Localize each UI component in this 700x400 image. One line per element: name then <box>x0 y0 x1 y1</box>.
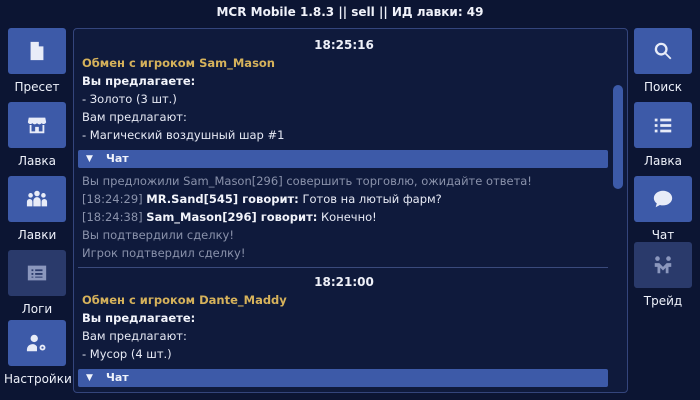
chat-message: [18:24:29] MR.Sand[545] говорит: Готов н… <box>82 192 442 206</box>
trade-divider <box>78 267 608 268</box>
shop-list-label: Лавка <box>643 154 683 168</box>
system-message: Вы подтвердили сделку! <box>82 228 234 242</box>
message-text: Конечно! <box>321 210 377 224</box>
user-gear-icon <box>26 334 46 352</box>
trade-log-panel[interactable]: 18:25:16 Обмен с игроком Sam_Mason Вы пр… <box>73 28 628 393</box>
they-offer-label: Вам предлагают: <box>82 329 187 343</box>
message-timestamp: [18:24:29] <box>82 192 143 206</box>
trade-header: Обмен с игроком Dante_Maddy <box>82 293 287 307</box>
trade-header: Обмен с игроком Sam_Mason <box>82 56 275 70</box>
chat-label: Чат <box>651 228 675 242</box>
message-speaker: MR.Sand[545] говорит: <box>146 192 299 206</box>
trade-button[interactable] <box>634 242 692 288</box>
scrollbar-thumb[interactable] <box>613 85 623 189</box>
chat-toggle[interactable]: ▼ Чат <box>78 369 608 387</box>
shop-list-button[interactable] <box>634 102 692 148</box>
list-card-icon <box>27 265 47 281</box>
they-offer-label: Вам предлагают: <box>82 110 187 124</box>
settings-label: Настройки <box>4 372 72 386</box>
chat-bubble-icon <box>653 190 673 208</box>
chat-toggle[interactable]: ▼ Чат <box>78 150 608 168</box>
preset-button[interactable] <box>8 28 66 74</box>
trade-time: 18:25:16 <box>314 38 374 52</box>
chevron-down-icon: ▼ <box>86 154 93 164</box>
you-offer-label: Вы предлагаете: <box>82 311 196 325</box>
chat-message: [18:24:38] Sam_Mason[296] говорит: Конеч… <box>82 210 377 224</box>
handshake-icon <box>654 256 672 274</box>
chat-toggle-label: Чат <box>106 152 129 165</box>
message-timestamp: [18:24:38] <box>82 210 143 224</box>
message-text: Готов на лютый фарм? <box>302 192 442 206</box>
window-title: MCR Mobile 1.8.3 || sell || ИД лавки: 49 <box>216 5 484 19</box>
shop-label: Лавка <box>17 154 57 168</box>
logs-button[interactable] <box>8 250 66 296</box>
shops-label: Лавки <box>17 228 57 242</box>
you-offer-item: - Золото (3 шт.) <box>82 92 177 106</box>
shops-button[interactable] <box>8 176 66 222</box>
trade-time: 18:21:00 <box>314 275 374 289</box>
system-message: Вы предложили Sam_Mason[296] совершить т… <box>82 174 532 188</box>
chevron-down-icon: ▼ <box>86 373 93 383</box>
shop-button[interactable] <box>8 102 66 148</box>
search-label: Поиск <box>643 80 682 94</box>
logs-label: Логи <box>21 302 53 316</box>
trade-label: Трейд <box>643 294 683 308</box>
settings-button[interactable] <box>8 320 66 366</box>
search-button[interactable] <box>634 28 692 74</box>
shop-icon <box>27 117 47 134</box>
they-offer-item: - Мусор (4 шт.) <box>82 347 172 361</box>
chat-button[interactable] <box>634 176 692 222</box>
preset-label: Пресет <box>14 80 60 94</box>
group-icon <box>26 190 48 207</box>
search-icon <box>654 42 672 60</box>
list-icon <box>654 118 672 133</box>
chat-toggle-label: Чат <box>106 371 129 384</box>
message-speaker: Sam_Mason[296] говорит: <box>146 210 318 224</box>
file-icon <box>30 41 44 61</box>
system-message: Игрок подтвердил сделку! <box>82 246 246 260</box>
they-offer-item: - Магический воздушный шар #1 <box>82 128 285 142</box>
you-offer-label: Вы предлагаете: <box>82 74 196 88</box>
